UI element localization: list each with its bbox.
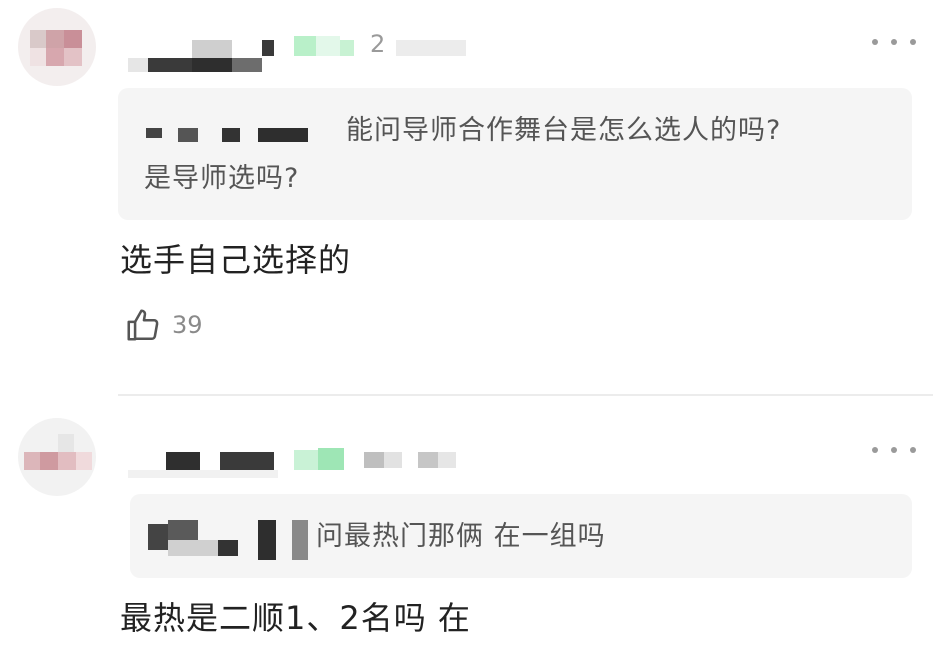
time-blurred bbox=[364, 452, 384, 468]
username-blurred[interactable] bbox=[128, 448, 288, 478]
more-dots-icon bbox=[872, 447, 878, 453]
quoted-username-blurred bbox=[146, 128, 162, 138]
more-options-button[interactable] bbox=[872, 440, 916, 460]
user-badge-blurred bbox=[294, 448, 354, 476]
quoted-comment[interactable]: 能问导师合作舞台是怎么选人的吗? 是导师选吗? bbox=[118, 88, 912, 220]
like-count: 39 bbox=[172, 311, 203, 339]
thumbs-up-icon bbox=[127, 309, 159, 341]
quoted-text-line1: 问最热门那俩 在一组吗 bbox=[316, 521, 606, 552]
comment-time: 2 bbox=[370, 30, 385, 58]
more-dots-icon bbox=[872, 39, 878, 45]
avatar[interactable] bbox=[18, 8, 96, 86]
quoted-username-blurred bbox=[148, 524, 168, 550]
time-blurred bbox=[396, 40, 466, 56]
quoted-comment[interactable]: 问最热门那俩 在一组吗 bbox=[130, 494, 912, 578]
quoted-text-line1: 能问导师合作舞台是怎么选人的吗? bbox=[346, 115, 782, 146]
reply-text: 最热是二顺1、2名吗 在 bbox=[120, 599, 471, 637]
divider bbox=[118, 394, 933, 396]
avatar[interactable] bbox=[18, 418, 96, 496]
like-button[interactable]: 39 bbox=[124, 306, 203, 344]
more-options-button[interactable] bbox=[872, 32, 916, 52]
user-badge-blurred bbox=[294, 36, 354, 64]
comment-thread: 2 能问导师合作舞台是怎么选人的吗? 是导师选吗? 选手自己选择的 39 问最热… bbox=[0, 0, 933, 650]
reply-text: 选手自己选择的 bbox=[120, 241, 352, 279]
time-fragment: 2 bbox=[370, 30, 386, 58]
quoted-text-line2: 是导师选吗? bbox=[144, 163, 300, 194]
